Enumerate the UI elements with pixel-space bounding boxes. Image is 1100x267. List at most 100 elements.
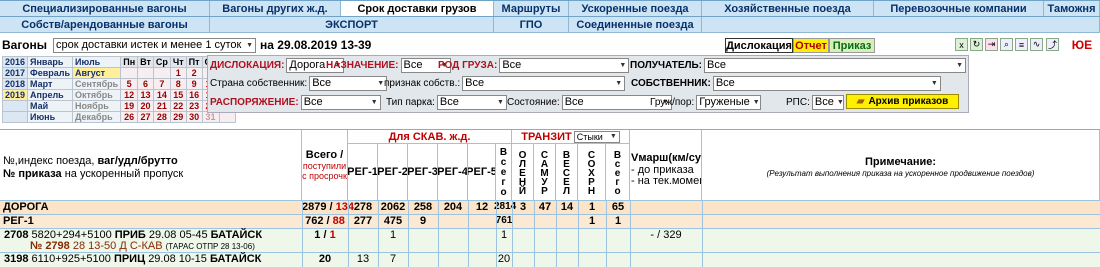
train1-order[interactable]: № 2798 28 13-50 Д С-КАВ (ТАРАС ОТПР 28 1… [30, 240, 255, 252]
tab-transport-companies[interactable]: Перевозочные компании [874, 1, 1044, 17]
owner-select[interactable]: Все ▼ [712, 75, 941, 91]
calendar-day[interactable]: 19 [120, 100, 139, 112]
chevron-down-icon: ▼ [752, 98, 760, 106]
graph-icon[interactable]: ⤴ [1046, 38, 1059, 51]
table-row-road[interactable]: ДОРОГА 2879 / 134 278 2062 258 204 12 28… [0, 201, 1100, 215]
ownership-sign-value: Все [465, 77, 485, 89]
grid-line [534, 201, 535, 267]
tab-specialized-wagons[interactable]: Специализированные вагоны [0, 1, 210, 17]
calendar-day[interactable]: 5 [120, 78, 139, 90]
month-august[interactable]: Август [72, 67, 122, 79]
calendar-day[interactable]: 2 [185, 67, 203, 79]
calendar-day[interactable]: 8 [169, 78, 187, 90]
grid-line [468, 201, 469, 267]
search-icon[interactable]: ⌕ [1000, 38, 1013, 51]
header-skav: Для СКАВ. ж.д. [348, 130, 512, 144]
calendar-day[interactable] [120, 67, 139, 79]
month-april[interactable]: Апрель [27, 89, 74, 101]
calendar-day[interactable]: 14 [152, 89, 171, 101]
calendar-day[interactable]: 27 [137, 111, 154, 123]
year-2017[interactable]: 2017 [1, 67, 29, 79]
month-may[interactable]: Май [27, 100, 74, 112]
month-november[interactable]: Ноябрь [72, 100, 122, 112]
year-2016[interactable]: 2016 [1, 56, 29, 68]
header-overdue-label: с просрочк [302, 171, 347, 181]
order-select[interactable]: Все ▼ [300, 94, 381, 110]
tab-service-trains[interactable]: Хозяйственные поезда [702, 1, 874, 17]
ownership-sign-select[interactable]: Все ▼ [462, 75, 626, 91]
state-filter: Состояние: Все ▼ [507, 94, 672, 110]
tab-own-rented-wagons[interactable]: Собств/арендованные вагоны [0, 17, 210, 33]
calendar-day[interactable]: 29 [169, 111, 187, 123]
tab-joined-trains[interactable]: Соединенные поезда [569, 17, 702, 33]
list-icon[interactable]: ≡ [1015, 38, 1028, 51]
calendar-day[interactable]: 7 [152, 78, 171, 90]
refresh-icon[interactable]: ↻ [970, 38, 983, 51]
header-transit-samur: САМУР [534, 144, 556, 201]
month-december[interactable]: Декабрь [72, 111, 122, 123]
road-transit-vesel: 14 [560, 201, 574, 213]
calendar-day[interactable] [152, 67, 171, 79]
dislocation-label: ДИСЛОКАЦИЯ: [210, 59, 285, 71]
owner-country-select[interactable]: Все ▼ [309, 75, 388, 91]
train2-line1: 3198 6110+925+5100 ПРИЦ 29.08 10-15 БАТА… [4, 253, 262, 265]
calendar-day[interactable]: 16 [185, 89, 203, 101]
year-2019[interactable]: 2019 [1, 89, 29, 101]
calendar-day[interactable]: 30 [185, 111, 203, 123]
receiver-label: ПОЛУЧАТЕЛЬ: [630, 59, 703, 71]
archive-orders-button[interactable]: ▰ Архив приказов [846, 94, 959, 109]
tab-delivery-term[interactable]: Срок доставки грузов [341, 1, 494, 17]
tab-routes[interactable]: Маршруты [494, 1, 569, 17]
cargo-select[interactable]: Все ▼ [499, 57, 630, 73]
calendar-day[interactable]: 6 [137, 78, 154, 90]
rps-value: Все [814, 96, 834, 108]
wagon-filter-select[interactable]: срок доставки истек и менее 1 суток ▼ [53, 37, 257, 53]
month-march[interactable]: Март [27, 78, 74, 90]
calendar-day[interactable] [137, 67, 154, 79]
calendar-day[interactable]: 12 [120, 89, 139, 101]
chart-icon[interactable]: ∿ [1030, 38, 1043, 51]
calendar-day[interactable]: 13 [137, 89, 154, 101]
table-row-train[interactable]: 3198 6110+925+5100 ПРИЦ 29.08 10-15 БАТА… [0, 253, 1100, 267]
tab-export[interactable]: ЭКСПОРТ [210, 17, 494, 33]
calendar-day[interactable]: 20 [137, 100, 154, 112]
month-july[interactable]: Июль [72, 56, 122, 68]
exit-icon[interactable]: ⇥ [985, 38, 998, 51]
tab-gpo[interactable]: ГПО [494, 17, 569, 33]
mode-dislocation[interactable]: Дислокация [725, 38, 793, 53]
month-january[interactable]: Январь [27, 56, 74, 68]
calendar-day[interactable]: 26 [120, 111, 139, 123]
rps-select[interactable]: Все ▼ [811, 94, 844, 110]
transit-junction-select[interactable]: Стыки ▼ [573, 130, 620, 143]
calendar-day[interactable]: 31 [201, 111, 220, 123]
month-september[interactable]: Сентябрь [72, 78, 122, 90]
calendar-day[interactable]: 23 [185, 100, 203, 112]
month-february[interactable]: Февраль [27, 67, 74, 79]
tab-other-railways-wagons[interactable]: Вагоны других ж.д. [210, 1, 341, 17]
load-select[interactable]: Груженые ▼ [696, 94, 762, 110]
month-october[interactable]: Октябрь [72, 89, 122, 101]
tab-customs[interactable]: Таможня [1044, 1, 1100, 17]
mode-report[interactable]: Отчет [793, 38, 829, 53]
calendar-day[interactable]: 28 [152, 111, 171, 123]
calendar-day[interactable]: 22 [169, 100, 187, 112]
calendar-day[interactable]: 21 [152, 100, 171, 112]
chevron-down-icon: ▼ [619, 61, 627, 69]
calendar-day[interactable]: 1 [169, 67, 187, 79]
month-june[interactable]: Июнь [27, 111, 74, 123]
excel-icon[interactable]: x [955, 38, 968, 51]
header-received-label: поступили [302, 161, 347, 171]
header-vmarsh: Vмарш(км/сут) - до приказа - на тек.моме… [630, 130, 702, 201]
park-select[interactable]: Все ▼ [436, 94, 507, 110]
dayname: Вт [137, 56, 154, 68]
calendar-day[interactable] [218, 111, 237, 123]
tab-express-trains[interactable]: Ускоренные поезда [569, 1, 702, 17]
mode-order[interactable]: Приказ [829, 38, 875, 53]
calendar-day[interactable]: 9 [185, 78, 203, 90]
road-reg5: 12 [475, 201, 489, 213]
table-row-reg1[interactable]: РЕГ-1 762 / 88 277 475 9 761 1 1 [0, 215, 1100, 229]
table-row-train[interactable]: 2708 5820+294+5100 ПРИБ 29.08 05-45 БАТА… [0, 229, 1100, 253]
year-2018[interactable]: 2018 [1, 78, 29, 90]
receiver-select[interactable]: Все ▼ [704, 57, 967, 73]
calendar-day[interactable]: 15 [169, 89, 187, 101]
